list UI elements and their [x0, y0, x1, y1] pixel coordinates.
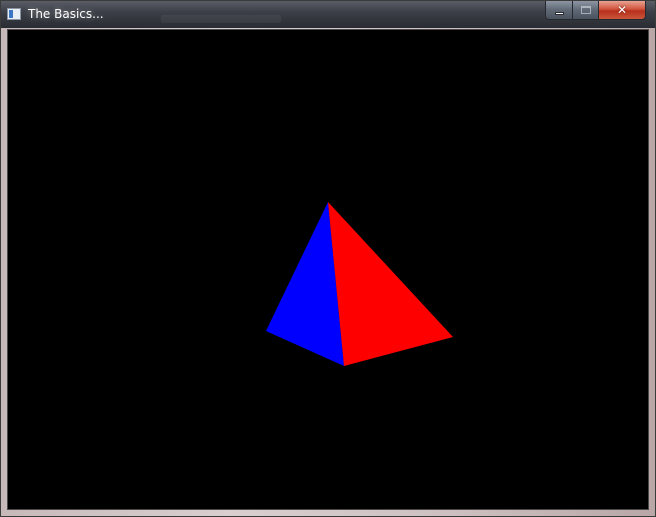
minimize-icon	[555, 12, 564, 15]
app-window: The Basics... ✕	[0, 0, 656, 517]
maximize-icon	[581, 6, 591, 14]
close-button[interactable]: ✕	[599, 1, 646, 20]
application-window-icon[interactable]	[7, 8, 21, 20]
pyramid-right-face	[328, 202, 453, 366]
maximize-button[interactable]	[573, 1, 599, 20]
window-title: The Basics...	[28, 7, 104, 21]
caption-buttons: ✕	[545, 1, 646, 20]
scene-canvas	[266, 202, 453, 366]
opengl-viewport[interactable]	[7, 29, 649, 510]
close-icon: ✕	[616, 3, 628, 17]
minimize-button[interactable]	[545, 1, 573, 20]
title-bar[interactable]: The Basics... ✕	[1, 1, 655, 28]
